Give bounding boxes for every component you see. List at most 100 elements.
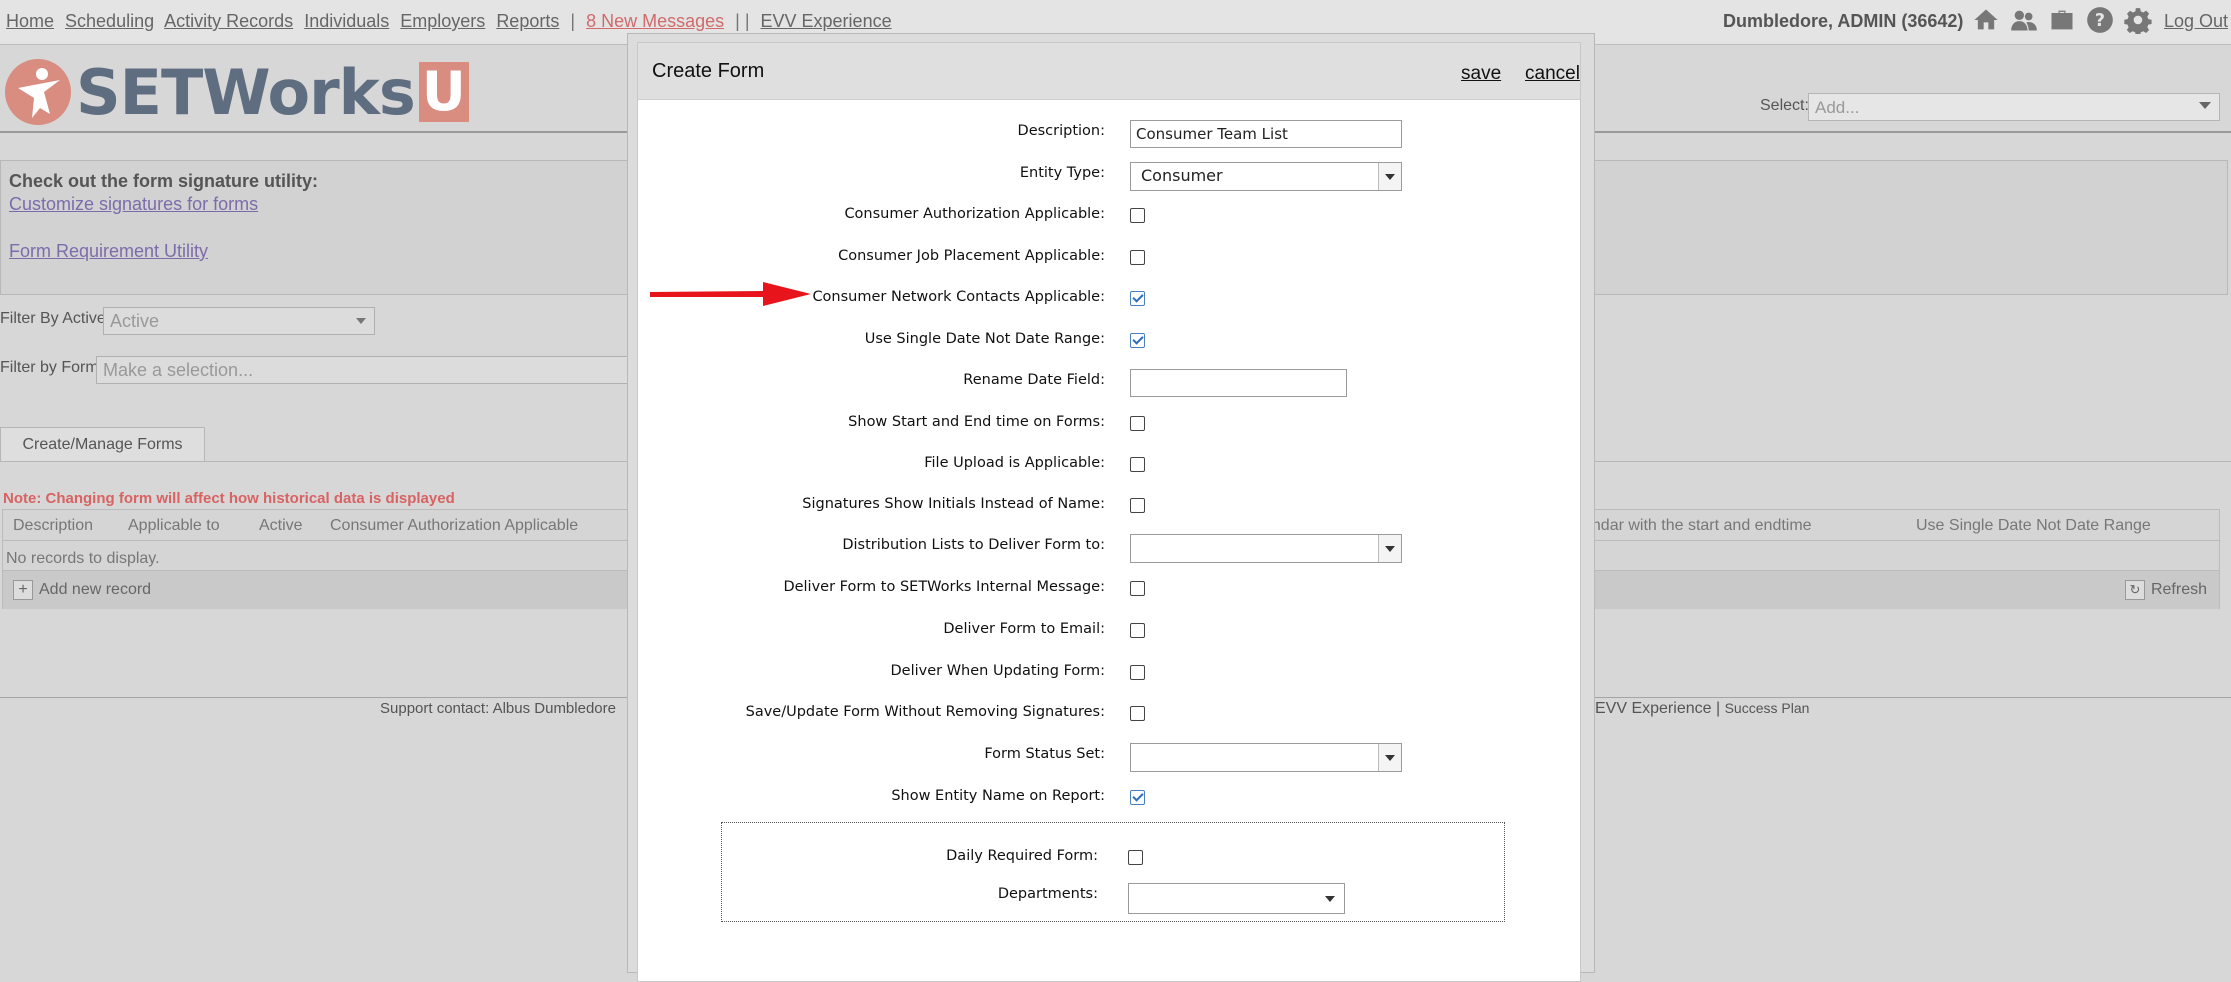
checkbox[interactable] [1130, 623, 1145, 638]
filter-active-label: Filter By Active: [0, 310, 111, 327]
cancel-button[interactable]: cancel [1525, 63, 1580, 85]
checkbox[interactable] [1130, 665, 1145, 680]
dialog-title: Create Form [652, 60, 765, 82]
add-new-record-button[interactable]: + Add new record [13, 580, 151, 600]
customize-signatures-link[interactable]: Customize signatures for forms [9, 194, 258, 215]
checkbox-checked[interactable] [1130, 291, 1145, 306]
form-field-label: Show Entity Name on Report: [891, 788, 1105, 804]
nav-messages[interactable]: 8 New Messages [586, 11, 724, 31]
nav-separator: | | [735, 11, 750, 31]
nav-reports[interactable]: Reports [496, 11, 559, 31]
add-new-record-label: Add new record [39, 581, 152, 598]
chevron-down-icon [2199, 102, 2211, 109]
home-icon[interactable] [1972, 6, 2000, 34]
help-icon[interactable]: ? [2086, 6, 2114, 34]
filter-form-label: Filter by Form: [0, 359, 104, 376]
filter-form-select[interactable]: Make a selection... [96, 356, 636, 384]
utility-heading: Check out the form signature utility: [9, 171, 319, 191]
column-header[interactable]: Description [13, 517, 93, 535]
description-input[interactable]: Consumer Team List [1130, 120, 1402, 148]
user-name: Dumbledore, ADMIN (36642) [1723, 11, 1964, 31]
form-field-label: File Upload is Applicable: [924, 455, 1105, 471]
dropdown-select[interactable] [1130, 534, 1402, 563]
daily-required-row: Daily Required Form: [722, 845, 1504, 871]
form-field-label: Consumer Authorization Applicable: [844, 206, 1105, 222]
select-label: Select: [1760, 97, 1809, 114]
nav-evv-experience[interactable]: EVV Experience [761, 11, 892, 31]
filter-active-select[interactable]: Active [103, 307, 375, 335]
logo-u-mark: U [418, 62, 469, 122]
logout-link[interactable]: Log Out [2164, 11, 2228, 32]
nav-activity-records[interactable]: Activity Records [164, 11, 293, 31]
form-field-label: Deliver Form to SETWorks Internal Messag… [783, 579, 1105, 595]
form-field-label: Deliver Form to Email: [943, 621, 1105, 637]
dropdown-select[interactable]: Consumer [1130, 162, 1402, 191]
form-field-label: Deliver When Updating Form: [890, 663, 1106, 679]
chevron-down-icon [356, 318, 366, 324]
add-select[interactable]: Add... [1808, 93, 2220, 121]
form-row: Rename Date Field: [638, 369, 1580, 397]
form-row: Distribution Lists to Deliver Form to: [638, 534, 1580, 563]
form-field-label: Save/Update Form Without Removing Signat… [745, 704, 1105, 720]
column-header[interactable]: Use Single Date Not Date Range [1916, 517, 2151, 535]
refresh-icon: ↻ [2124, 580, 2145, 600]
support-contact: Support contact: Albus Dumbledore [380, 700, 616, 717]
svg-text:?: ? [2095, 11, 2105, 31]
history-warning-note: Note: Changing form will affect how hist… [3, 490, 455, 507]
form-row: File Upload is Applicable: [638, 452, 1580, 478]
form-field-label: Consumer Network Contacts Applicable: [812, 289, 1105, 305]
departments-select[interactable] [1128, 883, 1345, 914]
checkbox[interactable] [1130, 457, 1145, 472]
logo-wordmark: SETWorks [76, 55, 416, 129]
plus-icon: + [13, 580, 33, 600]
departments-label: Departments: [997, 886, 1098, 902]
column-header[interactable]: Applicable to [128, 517, 220, 535]
form-row: Show Entity Name on Report: [638, 785, 1580, 811]
column-header[interactable]: Active [259, 517, 303, 535]
nav-individuals[interactable]: Individuals [304, 11, 389, 31]
form-row: Save/Update Form Without Removing Signat… [638, 701, 1580, 727]
nav-scheduling[interactable]: Scheduling [65, 11, 154, 31]
form-row: Deliver Form to Email: [638, 618, 1580, 644]
form-row: Form Status Set: [638, 743, 1580, 772]
gear-icon[interactable] [2124, 6, 2152, 34]
tab-create-manage-forms[interactable]: Create/Manage Forms [0, 427, 205, 461]
form-row: Signatures Show Initials Instead of Name… [638, 493, 1580, 519]
checkbox[interactable] [1130, 416, 1145, 431]
nav-employers[interactable]: Employers [400, 11, 485, 31]
chevron-down-icon[interactable] [1378, 163, 1401, 190]
checkbox[interactable] [1130, 250, 1145, 265]
footer-evv-link[interactable]: EVV Experience [1595, 700, 1712, 717]
daily-required-label: Daily Required Form: [946, 848, 1098, 864]
checkbox-checked[interactable] [1130, 790, 1145, 805]
form-requirement-link[interactable]: Form Requirement Utility [9, 241, 208, 262]
form-row: Use Single Date Not Date Range: [638, 328, 1580, 354]
form-field-label: Consumer Job Placement Applicable: [838, 248, 1105, 264]
checkbox[interactable] [1130, 208, 1145, 223]
add-select-placeholder: Add... [1815, 98, 1860, 117]
setworks-logo[interactable]: SETWorks U [4, 55, 469, 129]
form-row: Consumer Job Placement Applicable: [638, 245, 1580, 271]
dialog-titlebar: Create Form save cancel [638, 43, 1580, 100]
people-icon[interactable] [2010, 6, 2038, 34]
footer-separator: | [1715, 700, 1721, 717]
nav-home[interactable]: Home [6, 11, 54, 31]
empty-grid-message: No records to display. [6, 550, 160, 567]
rename-date-field-input[interactable] [1130, 369, 1347, 397]
briefcase-icon[interactable] [2048, 6, 2076, 34]
chevron-down-icon[interactable] [1378, 535, 1401, 562]
chevron-down-icon[interactable] [1378, 744, 1401, 771]
form-field-label: Rename Date Field: [963, 372, 1105, 388]
column-header[interactable]: endar with the start and endtime [1583, 517, 1812, 535]
daily-required-checkbox[interactable] [1128, 850, 1143, 865]
checkbox[interactable] [1130, 498, 1145, 513]
checkbox[interactable] [1130, 706, 1145, 721]
refresh-button[interactable]: ↻ Refresh [2124, 580, 2207, 600]
column-header[interactable]: Consumer Authorization Applicable [330, 517, 578, 535]
checkbox[interactable] [1130, 581, 1145, 596]
checkbox-checked[interactable] [1130, 333, 1145, 348]
save-button[interactable]: save [1461, 63, 1501, 85]
dropdown-select[interactable] [1130, 743, 1402, 772]
footer-success-plan-link[interactable]: Success Plan [1725, 700, 1810, 716]
form-row: Deliver Form to SETWorks Internal Messag… [638, 576, 1580, 602]
